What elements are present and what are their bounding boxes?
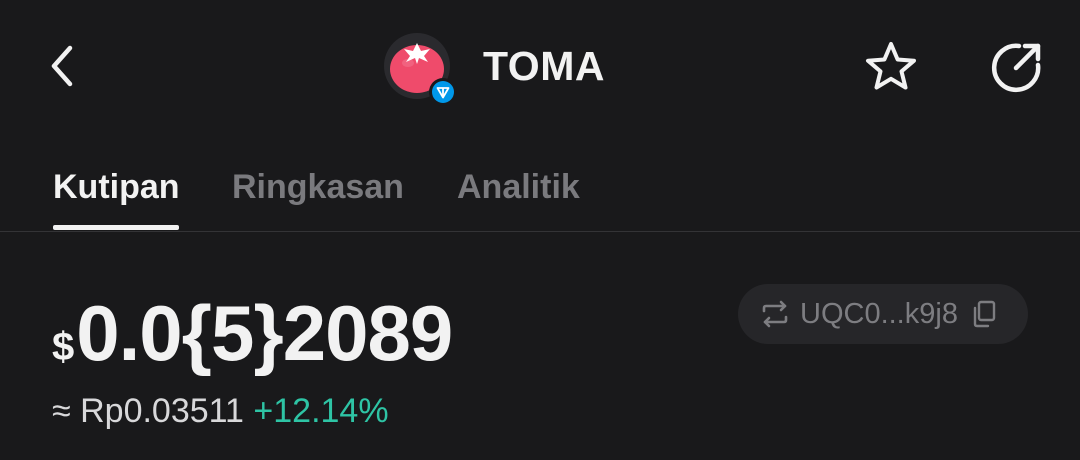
tab-analitik[interactable]: Analitik [457,168,580,207]
tab-kutipan[interactable]: Kutipan [53,168,180,207]
contract-address-chip[interactable]: UQC0...k9j8 [738,284,1028,344]
active-tab-indicator [53,225,179,230]
token-logo [384,33,457,106]
tab-divider [0,231,1080,232]
copy-icon[interactable] [970,300,998,328]
contract-address-text: UQC0...k9j8 [800,297,958,330]
star-outline-icon [866,42,916,90]
price-change-percent: +12.14% [253,392,389,430]
swap-icon [760,299,790,329]
price-value: 0.0{5}2089 [76,289,453,377]
price-currency-symbol: $ [52,325,75,369]
tab-bar: Kutipan Ringkasan Analitik [0,160,1080,232]
ton-badge-icon [429,78,457,106]
chevron-left-icon [51,45,73,87]
token-detail-screen: TOMA Kutipan Ringkasan Analitik $ 0.0{5}… [0,0,1080,460]
share-arrow-icon [991,43,1041,93]
token-header: TOMA [384,26,605,106]
token-price: $ 0.0{5}2089 [52,288,453,379]
favorite-button[interactable] [861,37,921,97]
token-symbol: TOMA [483,42,605,89]
back-button[interactable] [38,38,86,94]
approx-local-price: ≈ Rp0.03511 [52,392,244,430]
tab-ringkasan[interactable]: Ringkasan [232,168,404,207]
price-subline: ≈ Rp0.03511 +12.14% [52,392,389,431]
share-button[interactable] [987,37,1047,97]
